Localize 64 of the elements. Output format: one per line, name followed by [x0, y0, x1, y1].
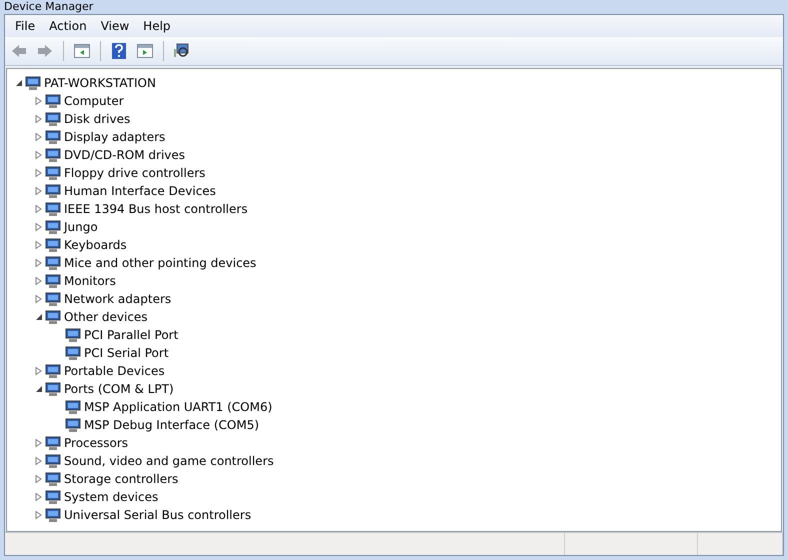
- window-title: Device Manager: [4, 1, 94, 12]
- tree-item[interactable]: MSP Debug Interface (COM5): [84, 418, 260, 432]
- expander-icon[interactable]: [34, 385, 42, 393]
- device-icon: [45, 363, 61, 379]
- tree-item[interactable]: Display adapters: [64, 130, 166, 144]
- expander-icon[interactable]: [34, 313, 42, 321]
- menu-item[interactable]: Action: [42, 17, 94, 35]
- menu-item[interactable]: View: [94, 17, 136, 35]
- panel-icon: [137, 44, 153, 58]
- tree-item[interactable]: Computer: [64, 94, 124, 108]
- tree-item[interactable]: Human Interface Devices: [64, 184, 216, 198]
- device-icon: [45, 273, 61, 289]
- device-icon: [45, 291, 61, 307]
- tree-item[interactable]: PCI Serial Port: [84, 346, 169, 360]
- device-icon: [45, 201, 61, 217]
- device-icon: [45, 219, 61, 235]
- tree-item[interactable]: PCI Parallel Port: [84, 328, 178, 342]
- device-icon: [45, 453, 61, 469]
- device-icon: [45, 165, 61, 181]
- tree-item[interactable]: Storage controllers: [64, 472, 178, 486]
- device-icon: [45, 183, 61, 199]
- tree-item[interactable]: Ports (COM & LPT): [64, 382, 174, 396]
- tree-item[interactable]: PAT-WORKSTATION: [44, 76, 156, 90]
- device-icon: [45, 309, 61, 325]
- tree-item[interactable]: Jungo: [64, 220, 98, 234]
- tree-item[interactable]: Processors: [64, 436, 128, 450]
- help-icon: [112, 43, 126, 59]
- menu-item[interactable]: Help: [136, 17, 178, 35]
- tree-item[interactable]: Keyboards: [64, 238, 127, 252]
- device-icon: [45, 435, 61, 451]
- computer-icon: [25, 75, 41, 91]
- device-icon: [45, 255, 61, 271]
- device-icon: [45, 507, 61, 523]
- device-icon: [45, 111, 61, 127]
- device-icon: [45, 93, 61, 109]
- tree-item[interactable]: IEEE 1394 Bus host controllers: [64, 202, 248, 216]
- tree-item[interactable]: Sound, video and game controllers: [64, 454, 274, 468]
- device-icon: [45, 471, 61, 487]
- device-icon: [45, 381, 61, 397]
- monitor-search-icon: [174, 43, 190, 59]
- tree-item[interactable]: Monitors: [64, 274, 116, 288]
- tree-item[interactable]: Mice and other pointing devices: [64, 256, 256, 270]
- tree-item[interactable]: Network adapters: [64, 292, 172, 306]
- left-arrow-icon: [11, 44, 27, 58]
- device-icon: [45, 147, 61, 163]
- menu-item[interactable]: File: [8, 17, 42, 35]
- tree-item[interactable]: DVD/CD-ROM drives: [64, 148, 186, 162]
- tree-item[interactable]: Portable Devices: [64, 364, 165, 378]
- tree-item[interactable]: Floppy drive controllers: [64, 166, 206, 180]
- right-arrow-icon: [37, 44, 53, 58]
- device-icon: [65, 327, 81, 343]
- device-icon: [45, 489, 61, 505]
- tree-item[interactable]: Disk drives: [64, 112, 130, 126]
- device-icon: [45, 237, 61, 253]
- panel-icon: [74, 44, 90, 58]
- tree-item[interactable]: Other devices: [64, 310, 148, 324]
- device-icon: [65, 399, 81, 415]
- device-icon: [65, 345, 81, 361]
- device-icon: [65, 417, 81, 433]
- expander-icon[interactable]: [14, 79, 22, 87]
- tree-item[interactable]: Universal Serial Bus controllers: [64, 508, 252, 522]
- tree-item[interactable]: MSP Application UART1 (COM6): [84, 400, 272, 414]
- device-icon: [45, 129, 61, 145]
- tree-item[interactable]: System devices: [64, 490, 158, 504]
